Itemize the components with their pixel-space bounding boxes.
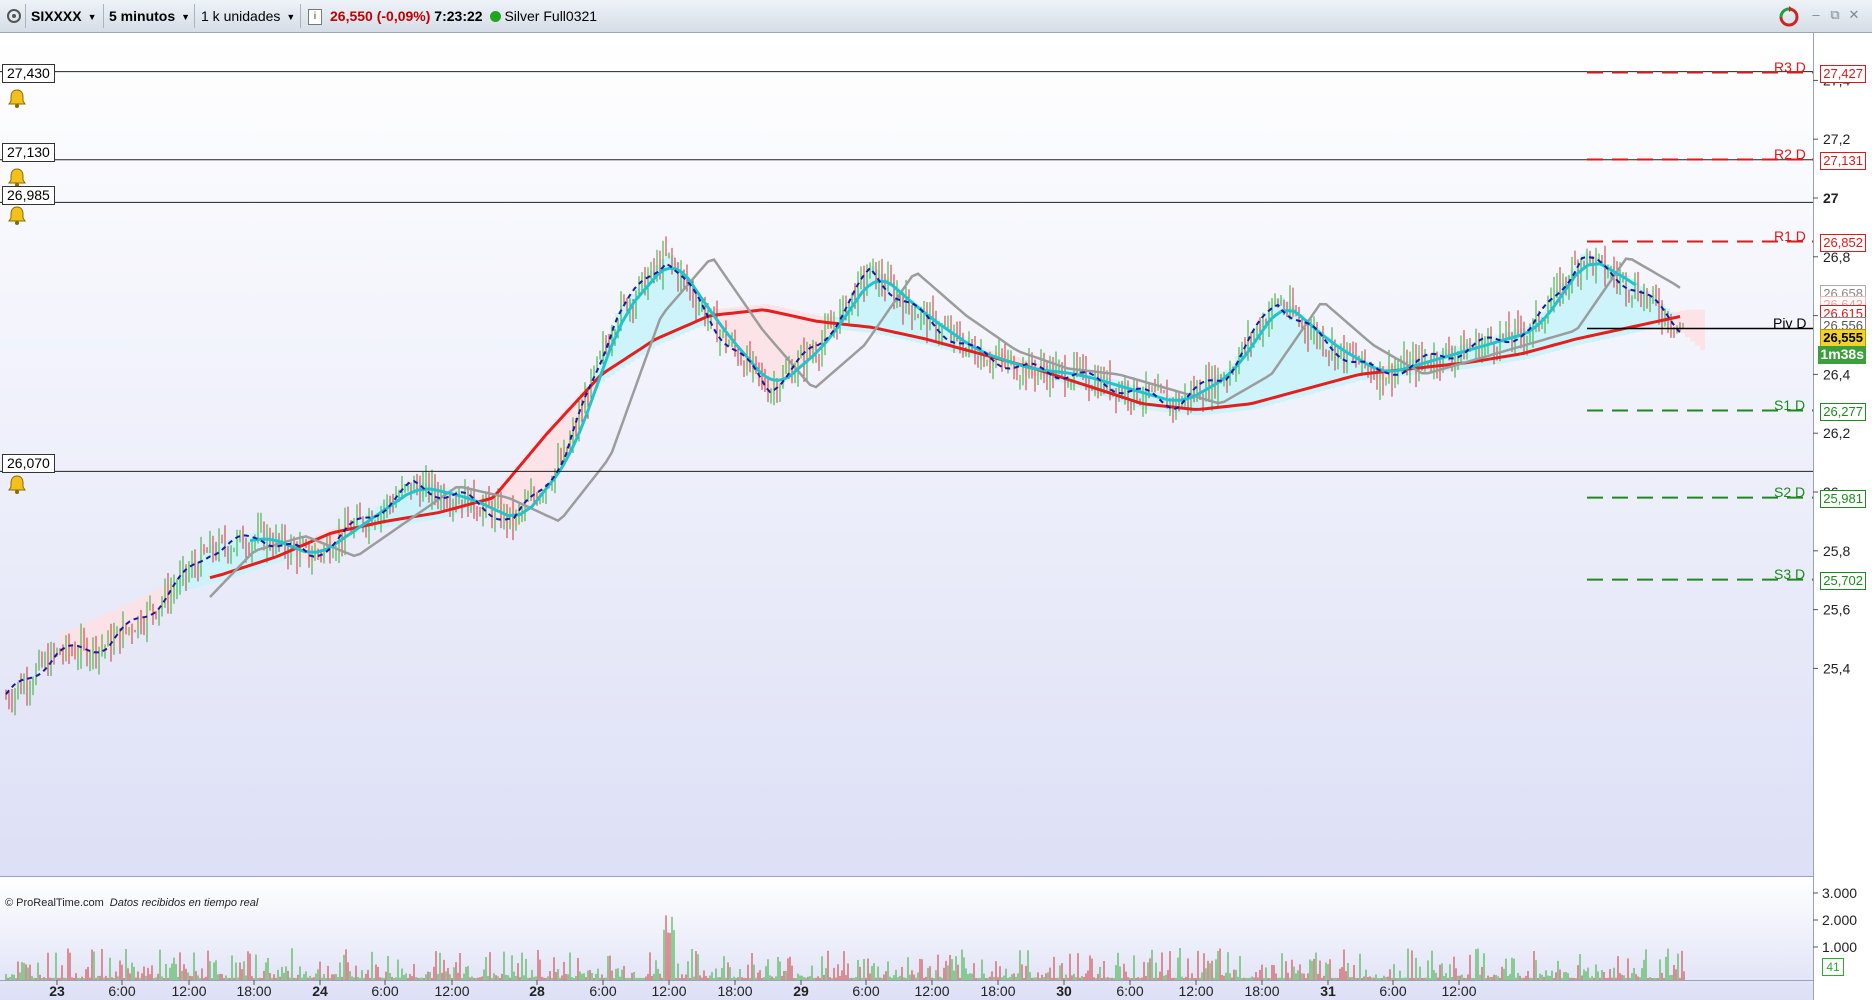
x-tick-label: 12:00 <box>914 983 949 999</box>
chevron-down-icon: ▼ <box>87 12 97 22</box>
x-tick-label: 6:00 <box>1379 983 1406 999</box>
volume-tick-label: 3.000 <box>1822 885 1857 901</box>
pivot-r3-label: R3 D <box>1774 59 1806 75</box>
y-tick-label: 25,6 <box>1823 602 1850 618</box>
pivot-r1-label: R1 D <box>1774 228 1806 244</box>
s1-price-label: 26,277 <box>1820 403 1866 421</box>
cloud-segment <box>1695 309 1700 346</box>
cloud-segment <box>205 549 210 585</box>
y-tick-label: 25,4 <box>1823 660 1850 676</box>
x-tick-label: 12:00 <box>651 983 686 999</box>
price-change: 26,550 (-0,09%) <box>330 8 431 24</box>
watermark-note: Datos recibidos en tiempo real <box>109 897 259 909</box>
x-tick-label: 12:00 <box>171 983 206 999</box>
price-summary: 26,550 (-0,09%) 7:23:22 Silver Full0321 <box>330 5 597 27</box>
pivot-s3-label: S3 D <box>1774 566 1806 582</box>
volume-tick-label: 2.000 <box>1822 912 1857 928</box>
bell-icon[interactable] <box>7 88 27 108</box>
pivot-r2-label: R2 D <box>1774 146 1806 162</box>
x-tick-label: 31 <box>1320 983 1336 999</box>
s3-price-label: 25,702 <box>1820 572 1866 590</box>
cloud-segment <box>1700 309 1705 351</box>
cloud-segment <box>550 424 555 483</box>
bell-icon[interactable] <box>7 205 27 225</box>
cloud-segment <box>1690 309 1695 342</box>
x-tick-label: 18:00 <box>980 983 1015 999</box>
r2-price-label: 27,131 <box>1820 152 1866 170</box>
alert-level-value: 26,985 <box>7 187 50 203</box>
symbol-label: SIXXXX <box>31 8 82 24</box>
y-tick-label: 26,4 <box>1823 366 1850 382</box>
chart-canvas: 27,427,22726,826,626,426,22625,825,625,4… <box>0 33 1872 1000</box>
x-tick-label: 18:00 <box>236 983 271 999</box>
alert-level-box[interactable]: 26,070 <box>2 454 55 473</box>
instrument-name: Silver Full0321 <box>504 8 598 24</box>
volume-tick-label: 1.000 <box>1822 939 1857 955</box>
x-tick-label: 6:00 <box>108 983 135 999</box>
timeframe-label: 5 minutos <box>109 8 176 24</box>
cloud-segment <box>1680 310 1685 333</box>
x-tick-label: 12:00 <box>1441 983 1476 999</box>
pivot-s2-label: S2 D <box>1774 484 1806 500</box>
x-tick-label: 6:00 <box>589 983 616 999</box>
watermark-brand: © ProRealTime.com <box>5 897 104 909</box>
x-tick-label: 6:00 <box>371 983 398 999</box>
cloud-segment <box>540 436 545 495</box>
r3-price-label: 27,427 <box>1820 65 1866 83</box>
units-label: 1 k unidades <box>201 8 281 24</box>
alert-level-value: 27,130 <box>7 144 50 160</box>
x-tick-label: 12:00 <box>434 983 469 999</box>
settings-icon[interactable] <box>6 5 22 27</box>
alert-level-value: 26,070 <box>7 455 50 471</box>
x-tick-label: 6:00 <box>852 983 879 999</box>
chevron-down-icon: ▼ <box>286 12 296 22</box>
watermark: © ProRealTime.com Datos recibidos en tiem… <box>5 897 258 909</box>
r1-price-label: 26,852 <box>1820 234 1866 252</box>
last-update-time: 7:23:22 <box>434 8 483 24</box>
pivot-label: Piv D <box>1773 315 1807 331</box>
refresh-icon[interactable] <box>1776 6 1802 28</box>
close-icon[interactable]: ✕ <box>1847 8 1861 22</box>
info-icon[interactable]: i <box>308 9 322 25</box>
x-tick-label: 23 <box>49 983 65 999</box>
chevron-down-icon: ▼ <box>181 12 191 22</box>
cloud-segment <box>545 430 550 489</box>
cloud-segment <box>1685 309 1690 338</box>
alert-level-box[interactable]: 26,985 <box>2 186 55 205</box>
x-tick-label: 29 <box>793 983 809 999</box>
status-dot-icon <box>490 11 502 22</box>
bell-icon[interactable] <box>7 474 27 494</box>
x-tick-label: 28 <box>529 983 545 999</box>
alert-level-box[interactable]: 27,130 <box>2 143 55 162</box>
x-tick-label: 18:00 <box>717 983 752 999</box>
last-price-label: 26,555 <box>1820 329 1866 347</box>
y-tick-label: 25,8 <box>1823 543 1850 559</box>
units-selector[interactable]: 1 k unidades ▼ <box>201 5 295 27</box>
candle-countdown: 1m38s <box>1818 346 1866 364</box>
x-tick-label: 6:00 <box>1116 983 1143 999</box>
x-tick-label: 12:00 <box>1178 983 1213 999</box>
price-chart[interactable]: 27,427,22726,826,626,426,22625,825,625,4… <box>0 33 1872 1000</box>
timeframe-selector[interactable]: 5 minutos ▼ <box>109 5 190 27</box>
minimize-icon[interactable]: – <box>1809 8 1823 22</box>
cloud-segment <box>1290 306 1295 400</box>
x-tick-label: 24 <box>312 983 328 999</box>
x-tick-label: 30 <box>1056 983 1072 999</box>
y-tick-label: 27,2 <box>1823 131 1850 147</box>
x-tick-label: 18:00 <box>1244 983 1279 999</box>
s2-price-label: 25,981 <box>1820 490 1866 508</box>
alert-level-box[interactable]: 27,430 <box>2 64 55 83</box>
alert-level-value: 27,430 <box>7 65 50 81</box>
chart-toolbar: SIXXXX ▼ 5 minutos ▼ 1 k unidades ▼ i 26,55… <box>0 0 1872 33</box>
cloud-segment <box>870 266 875 334</box>
volume-value-label: 41 <box>1822 958 1844 976</box>
pivot-s1-label: S1 D <box>1774 397 1806 413</box>
bell-icon[interactable] <box>7 167 27 187</box>
restore-icon[interactable]: ⧉ <box>1828 8 1842 22</box>
y-tick-label: 27 <box>1823 190 1839 206</box>
symbol-selector[interactable]: SIXXXX ▼ <box>31 5 97 27</box>
y-tick-label: 26,2 <box>1823 425 1850 441</box>
